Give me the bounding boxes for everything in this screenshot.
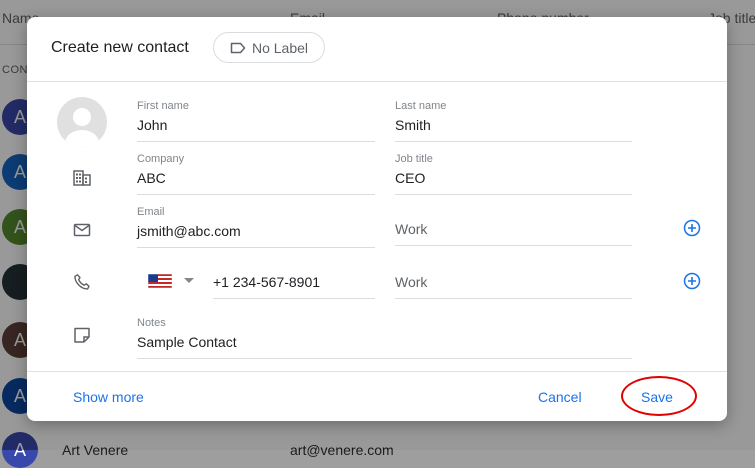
email-type-select[interactable]: Work xyxy=(395,219,632,246)
add-email-icon[interactable] xyxy=(683,219,701,237)
last-name-label: Last name xyxy=(395,100,447,112)
job-title-input[interactable]: CEO xyxy=(395,168,632,195)
create-contact-dialog: Create new contact No Label First name J… xyxy=(27,17,727,421)
first-name-field[interactable]: First name John xyxy=(137,99,375,142)
notes-input[interactable]: Sample Contact xyxy=(137,332,632,359)
phone-type-value: Work xyxy=(395,272,632,299)
notes-field[interactable]: Notes Sample Contact xyxy=(137,316,632,359)
label-tag-icon xyxy=(230,42,246,53)
first-name-input[interactable]: John xyxy=(137,115,375,142)
last-name-field[interactable]: Last name Smith xyxy=(395,99,632,142)
phone-icon xyxy=(74,274,90,290)
mail-icon xyxy=(73,223,91,237)
contact-photo-placeholder[interactable] xyxy=(57,97,107,147)
country-dropdown-caret[interactable] xyxy=(184,278,194,283)
phone-field[interactable]: +1 234-567-8901 xyxy=(213,272,375,299)
phone-input[interactable]: +1 234-567-8901 xyxy=(213,272,375,299)
job-title-label: Job title xyxy=(395,153,433,165)
footer-divider xyxy=(27,371,727,372)
phone-type-select[interactable]: Work xyxy=(395,272,632,299)
us-flag-icon[interactable] xyxy=(148,274,172,288)
header-divider xyxy=(27,81,727,82)
show-more-button[interactable]: Show more xyxy=(73,389,144,405)
notes-label: Notes xyxy=(137,317,166,329)
cancel-button[interactable]: Cancel xyxy=(538,389,582,405)
company-input[interactable]: ABC xyxy=(137,168,375,195)
person-icon xyxy=(65,108,99,147)
label-chip-button[interactable]: No Label xyxy=(213,32,325,63)
email-input[interactable]: jsmith@abc.com xyxy=(137,221,375,248)
last-name-input[interactable]: Smith xyxy=(395,115,632,142)
save-highlight-annotation xyxy=(621,376,697,416)
first-name-label: First name xyxy=(137,100,189,112)
company-field[interactable]: Company ABC xyxy=(137,152,375,195)
job-title-field[interactable]: Job title CEO xyxy=(395,152,632,195)
building-icon xyxy=(73,170,91,186)
email-field[interactable]: Email jsmith@abc.com xyxy=(137,205,375,248)
email-type-value: Work xyxy=(395,219,632,246)
note-icon xyxy=(74,327,90,343)
company-label: Company xyxy=(137,153,185,165)
add-phone-icon[interactable] xyxy=(683,272,701,290)
label-chip-text: No Label xyxy=(251,39,309,56)
dialog-title: Create new contact xyxy=(51,39,189,56)
email-label: Email xyxy=(137,206,165,218)
